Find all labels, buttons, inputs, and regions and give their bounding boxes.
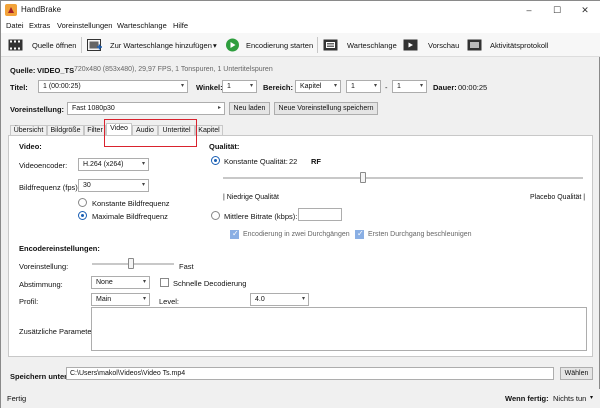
video-encoder-label: Videoencoder: [19,161,68,170]
reload-preset-button[interactable]: Neu laden [229,102,270,115]
fast-decode-checkbox[interactable] [160,278,169,287]
add-queue-dropdown-icon[interactable]: ▾ [213,41,217,50]
encoder-preset-value: Fast [179,262,194,271]
two-pass-label: Encodierung in zwei Durchgängen [243,231,350,238]
menu-hilfe[interactable]: Hilfe [173,21,188,30]
range-type-select[interactable]: Kapitel ▾ [295,80,341,93]
save-path-input[interactable]: C:\Users\makol\Videos\Video Ts.mp4 [66,367,554,380]
when-done-label: Wenn fertig: [505,394,549,403]
play-start-icon[interactable] [225,38,240,52]
tune-select[interactable]: None ▾ [91,276,150,289]
range-from-select[interactable]: 1 ▾ [346,80,381,93]
range-to-select[interactable]: 1 ▾ [392,80,427,93]
constant-framerate-label: Konstante Bildfrequenz [92,199,170,208]
handbrake-app-icon [5,4,17,16]
encoder-settings-title: Encodereinstellungen: [19,244,100,253]
profile-label: Profil: [19,297,39,306]
video-encoder-select[interactable]: H.264 (x264) ▾ [78,158,149,171]
menu-warteschlange[interactable]: Warteschlange [117,21,167,30]
high-quality-label: Placebo Qualität | [530,194,586,201]
toolbar: Quelle öffnen Zur Warteschlange hinzufüg… [1,33,600,57]
minimize-button[interactable]: – [515,1,543,19]
extra-params-label: Zusätzliche Parameter: [19,327,97,336]
encoder-preset-slider-thumb[interactable] [127,258,134,269]
constant-quality-value: 22 [289,157,298,166]
menu-datei[interactable]: Datei [6,21,24,30]
two-pass-checkbox[interactable] [230,229,239,239]
quality-slider-track[interactable] [223,177,583,179]
angle-select[interactable]: 1 ▾ [222,80,257,93]
duration-value: 00:00:25 [458,83,488,92]
avg-bitrate-label: Mittlere Bitrate (kbps): [224,212,298,221]
constant-quality-unit: RF [311,157,321,166]
open-source-button[interactable]: Quelle öffnen [32,41,76,50]
level-label: Level: [159,297,180,306]
film-source-icon[interactable] [8,38,23,52]
toolbar-separator [317,37,318,53]
extra-params-textarea[interactable] [91,307,587,351]
status-text: Fertig [7,394,27,403]
quality-section-title: Qualität: [209,142,240,151]
fast-decode-label: Schnelle Decodierung [173,279,247,288]
toolbar-separator [81,37,82,53]
encoder-preset-label: Voreinstellung: [19,262,69,271]
menu-bar: Datei Extras Voreinstellungen Warteschla… [1,19,600,33]
level-select[interactable]: 4.0 ▾ [250,293,309,306]
duration-label: Dauer: [433,83,457,92]
angle-label: Winkel: [196,83,223,92]
low-quality-label: | Niedrige Qualität [223,194,279,201]
peak-framerate-label: Maximale Bildfrequenz [92,212,168,221]
range-label: Bereich: [263,83,294,92]
source-info: 720x480 (853x480), 29,97 FPS, 1 Tonspure… [74,66,273,73]
framerate-select[interactable]: 30 ▾ [78,179,149,192]
peak-framerate-radio[interactable] [78,211,87,220]
constant-quality-radio[interactable] [211,156,220,165]
quality-slider-thumb[interactable] [360,172,367,183]
menu-voreinstellungen[interactable]: Voreinstellungen [57,21,112,30]
turbo-first-pass-checkbox[interactable] [355,229,364,239]
activity-log-icon[interactable] [467,38,482,52]
preset-label: Voreinstellung: [10,105,65,114]
menu-extras[interactable]: Extras [29,21,50,30]
title-bar: HandBrake – ☐ ✕ [1,1,600,19]
preview-button[interactable]: Vorschau [428,41,459,50]
add-to-queue-button[interactable]: Zur Warteschlange hinzufügen [110,41,212,50]
when-done-select[interactable]: Nichts tun [553,394,586,403]
close-button[interactable]: ✕ [571,1,599,19]
title-select[interactable]: 1 (00:00:25) ▾ [38,80,188,93]
queue-button[interactable]: Warteschlange [347,41,397,50]
profile-select[interactable]: Main ▾ [91,293,150,306]
avg-bitrate-input[interactable] [298,208,342,221]
browse-button[interactable]: Wählen [560,367,593,380]
status-bar: Fertig Wenn fertig: Nichts tun ▾ [1,389,600,408]
handbrake-window: HandBrake – ☐ ✕ Datei Extras Voreinstell… [0,0,600,408]
source-name: VIDEO_TS [37,66,75,75]
turbo-first-pass-label: Ersten Durchgang beschleunigen [368,231,472,238]
framerate-label: Bildfrequenz (fps): [19,183,80,192]
save-new-preset-button[interactable]: Neue Voreinstellung speichern [274,102,378,115]
queue-icon[interactable] [323,38,338,52]
add-to-queue-icon[interactable] [87,38,102,52]
save-as-label: Speichern unter: [10,372,70,381]
constant-framerate-radio[interactable] [78,198,87,207]
maximize-button[interactable]: ☐ [543,1,571,19]
tune-label: Abstimmung: [19,280,63,289]
range-separator: - [385,83,388,92]
preset-select[interactable]: Fast 1080p30 ▸ [67,102,225,115]
highlight-box [104,119,197,147]
window-title: HandBrake [21,5,62,14]
title-label: Titel: [10,83,28,92]
start-encoding-button[interactable]: Encodierung starten [246,41,313,50]
source-label: Quelle: [10,66,36,75]
avg-bitrate-radio[interactable] [211,211,220,220]
preview-icon[interactable] [403,38,418,52]
constant-quality-label: Konstante Qualität: [224,157,288,166]
when-done-dropdown-icon[interactable]: ▾ [590,394,593,401]
video-section-title: Video: [19,142,42,151]
activity-log-button[interactable]: Aktivitätsprotokoll [490,41,548,50]
